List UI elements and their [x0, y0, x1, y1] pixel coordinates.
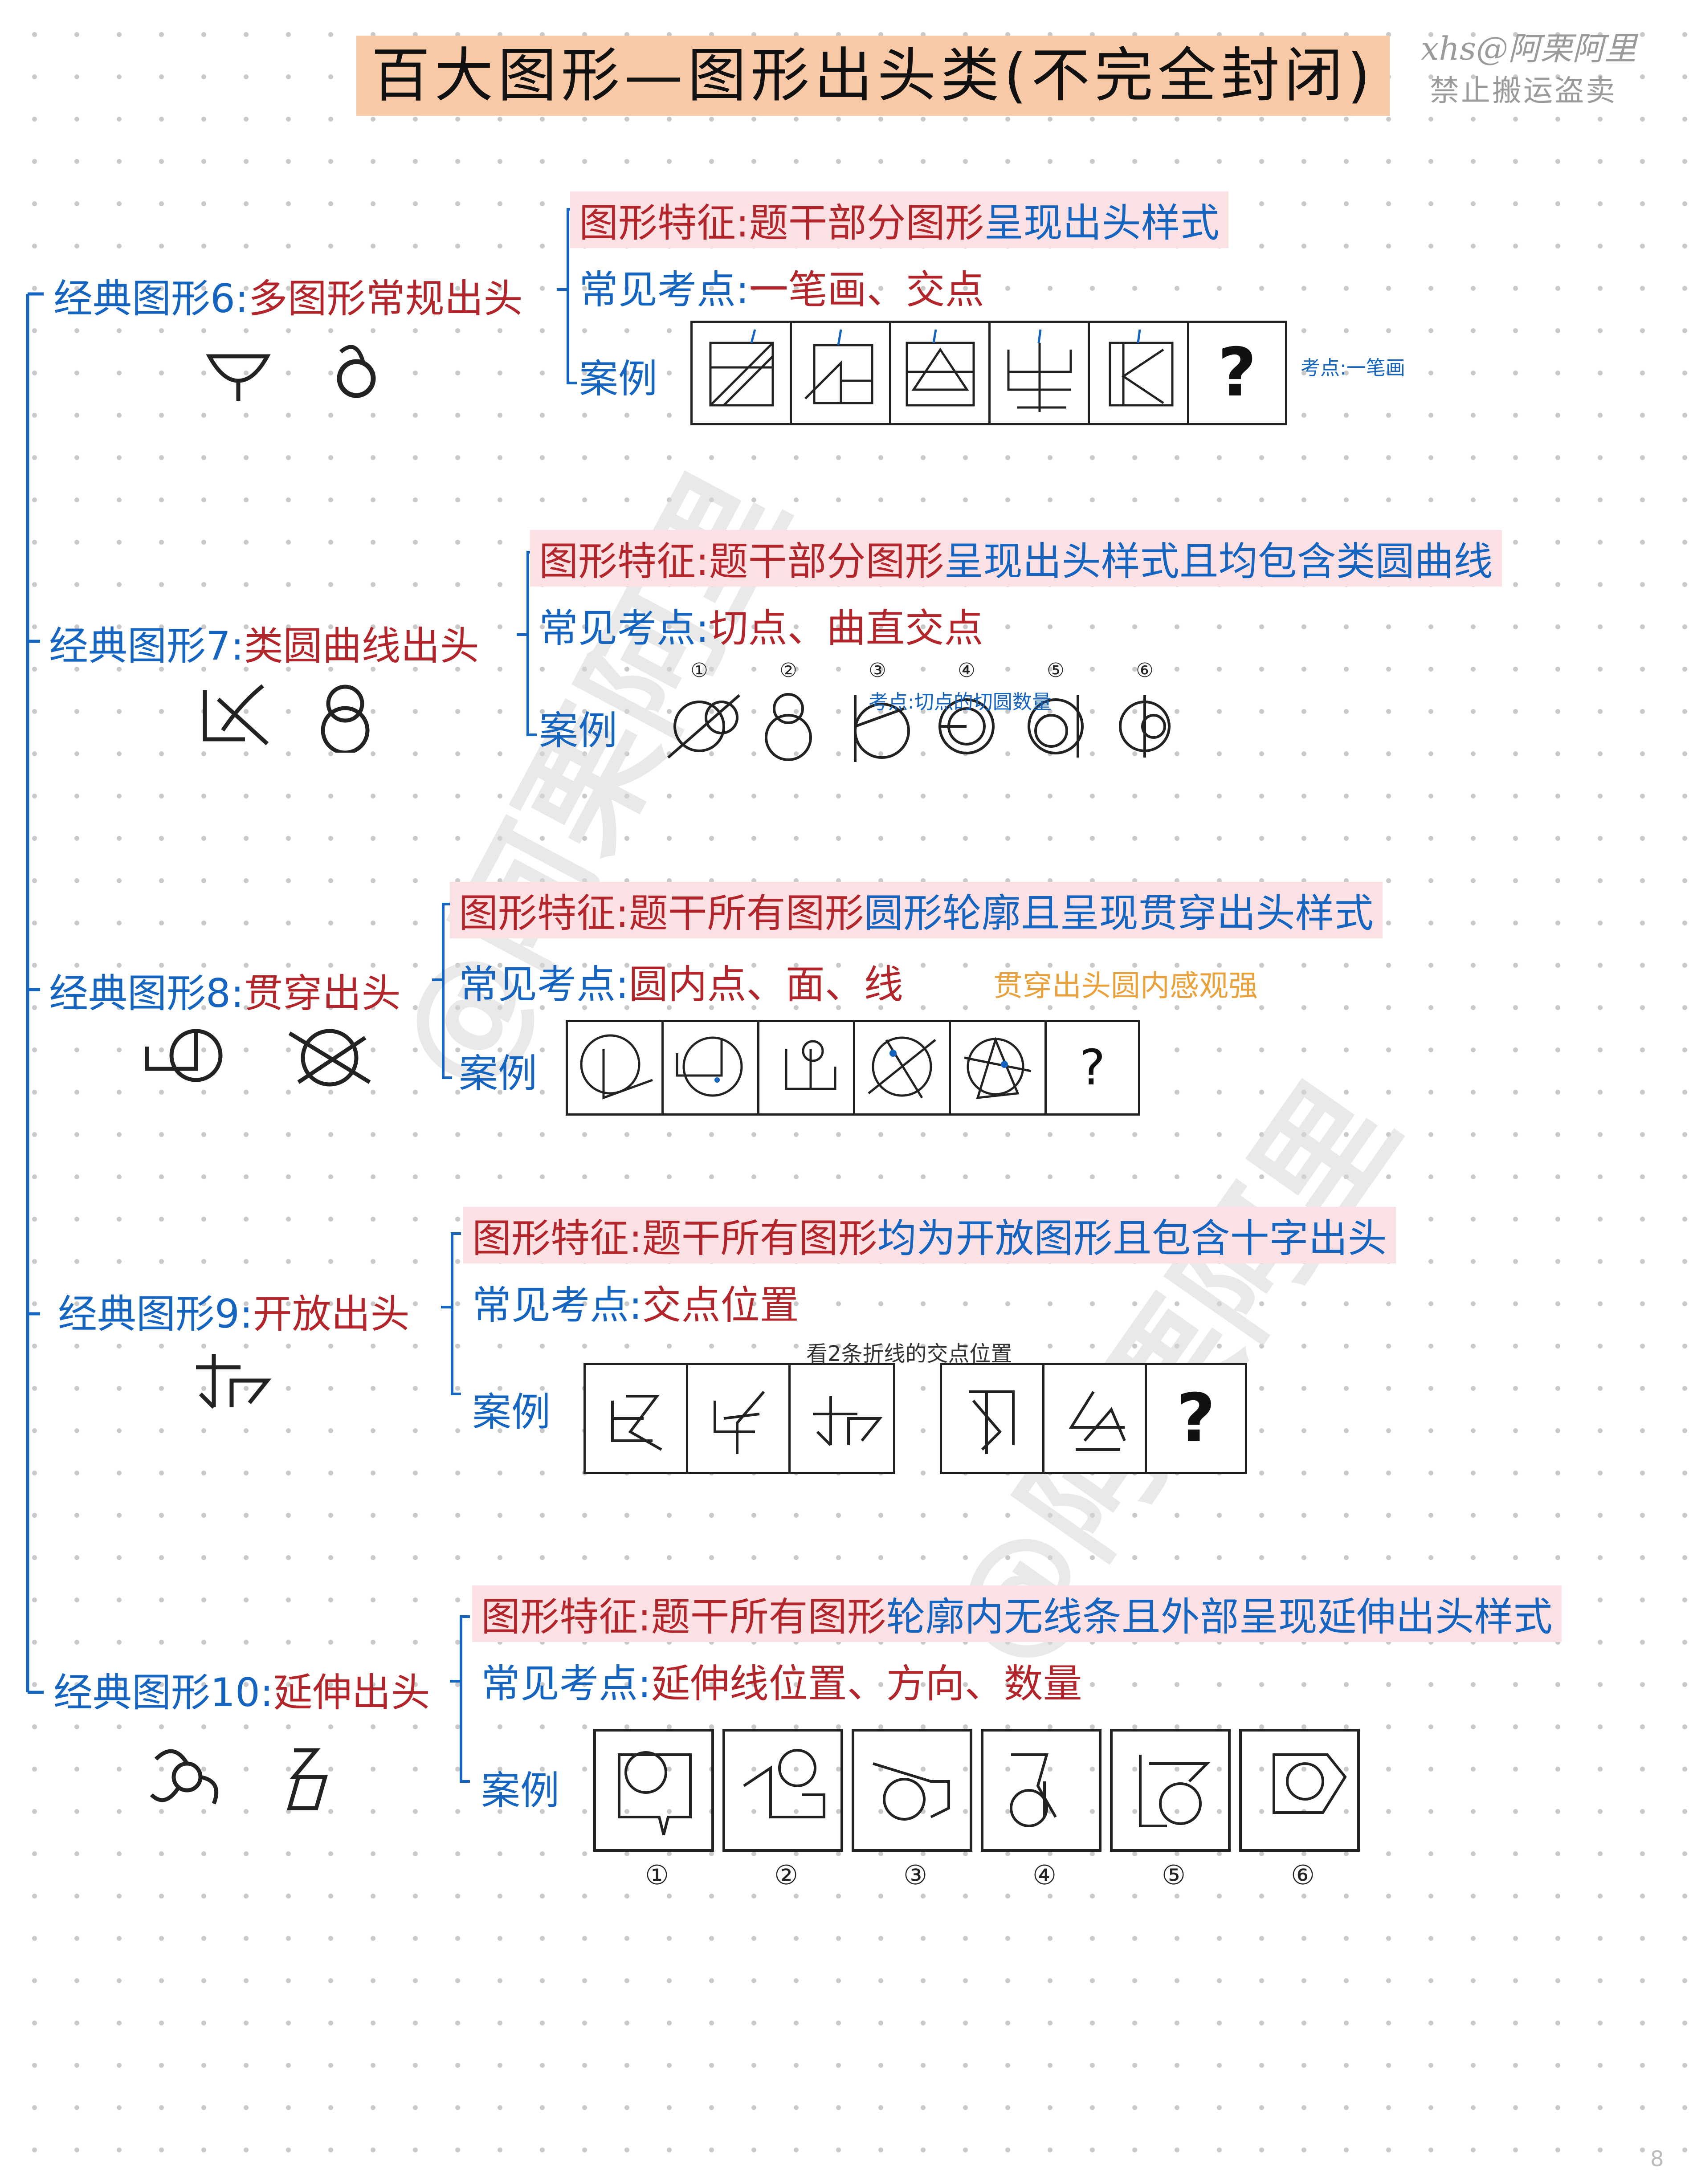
figure-cell [855, 1022, 951, 1113]
figure-number-row: ① ② ③ ④ ⑤ ⑥ [690, 659, 1154, 682]
figure-cell [759, 1022, 855, 1113]
section-7-example-shapes [203, 684, 370, 753]
section-8-case-label: 案例 [459, 1051, 538, 1096]
figure-cell [942, 1365, 1044, 1472]
figure-cell [693, 323, 792, 423]
section-7-case-label: 案例 [539, 708, 618, 754]
section-6-case-label: 案例 [579, 356, 658, 402]
figure-cell [1044, 1365, 1147, 1472]
section-6-feature: 图形特征:题干部分图形呈现出头样式 [570, 192, 1228, 248]
figure-cell [791, 1365, 893, 1472]
figure-cell [664, 1022, 759, 1113]
section-9-case-label: 案例 [472, 1389, 551, 1435]
section-7-points: 常见考点:切点、曲直交点 [539, 605, 983, 651]
figure-cell [586, 1365, 688, 1472]
question-mark-cell: ? [1176, 1380, 1216, 1457]
corner-watermark-handle: xhs@阿栗阿里 [1421, 30, 1636, 67]
figure-cell [688, 1365, 791, 1472]
section-10-example-shapes [150, 1748, 328, 1810]
section-9-points: 常见考点:交点位置 [472, 1282, 799, 1328]
section-6-figure-strip: ? [690, 321, 1287, 425]
section-8-points: 常见考点:圆内点、面、线 [459, 962, 903, 1007]
extension-figures [593, 1729, 1360, 1852]
corner-watermark-notice: 禁止搬运盗卖 [1430, 73, 1617, 108]
section-8-figure-strip: ? [566, 1020, 1140, 1116]
section-8-example-shapes [145, 1029, 371, 1087]
figure-cell [792, 323, 891, 423]
section-7-note: 考点:切点的切圆数量 [869, 691, 1052, 713]
section-7-title: 经典图形7:类圆曲线出头 [49, 623, 479, 669]
section-10-figure-row: ① ② ③ ④ ⑤ ⑥ [592, 1728, 1367, 1891]
page-number: 8 [1650, 2147, 1664, 2172]
section-6-note: 考点:一笔画 [1301, 357, 1405, 379]
section-10-points: 常见考点:延伸线位置、方向、数量 [481, 1661, 1082, 1707]
section-9-title: 经典图形9:开放出头 [58, 1291, 410, 1337]
section-10-feature: 图形特征:题干所有图形轮廓内无线条且外部呈现延伸出头样式 [472, 1585, 1562, 1642]
section-6-title: 经典图形6:多图形常规出头 [53, 276, 523, 322]
figure-cell [568, 1022, 664, 1113]
section-6-example-shapes [206, 345, 376, 401]
section-9-feature: 图形特征:题干所有图形均为开放图形且包含十字出头 [463, 1207, 1396, 1263]
figure-number-row: ① ② ③ ④ ⑤ ⑥ [645, 1860, 1315, 1891]
main-tree-bracket [26, 292, 44, 1694]
section-7-figure-row: ① ② ③ ④ ⑤ ⑥ [655, 659, 1189, 771]
section-9-figure-strip-left [583, 1363, 895, 1474]
section-9-figure-strip-right: ? [940, 1363, 1247, 1474]
section-8-title: 经典图形8:贯穿出头 [49, 970, 401, 1016]
figure-cell [1090, 323, 1189, 423]
section-6-points: 常见考点:一笔画、交点 [579, 267, 984, 313]
section-8-extra-note: 贯穿出头圆内感观强 [993, 969, 1258, 1003]
figure-cell [891, 323, 991, 423]
question-mark-cell: ? [1217, 334, 1257, 412]
figure-cell [951, 1022, 1047, 1113]
figure-cell [991, 323, 1090, 423]
question-mark-cell: ? [1079, 1039, 1106, 1096]
section-7-feature: 图形特征:题干部分图形呈现出头样式且均包含类圆曲线 [530, 530, 1502, 587]
page-title: 百大图形—图形出头类(不完全封闭) [356, 36, 1390, 116]
section-8-feature: 图形特征:题干所有图形圆形轮廓且呈现贯穿出头样式 [450, 882, 1383, 938]
section-10-case-label: 案例 [481, 1768, 560, 1813]
section-10-title: 经典图形10:延伸出头 [53, 1670, 430, 1715]
section-9-example-shape [196, 1354, 272, 1409]
